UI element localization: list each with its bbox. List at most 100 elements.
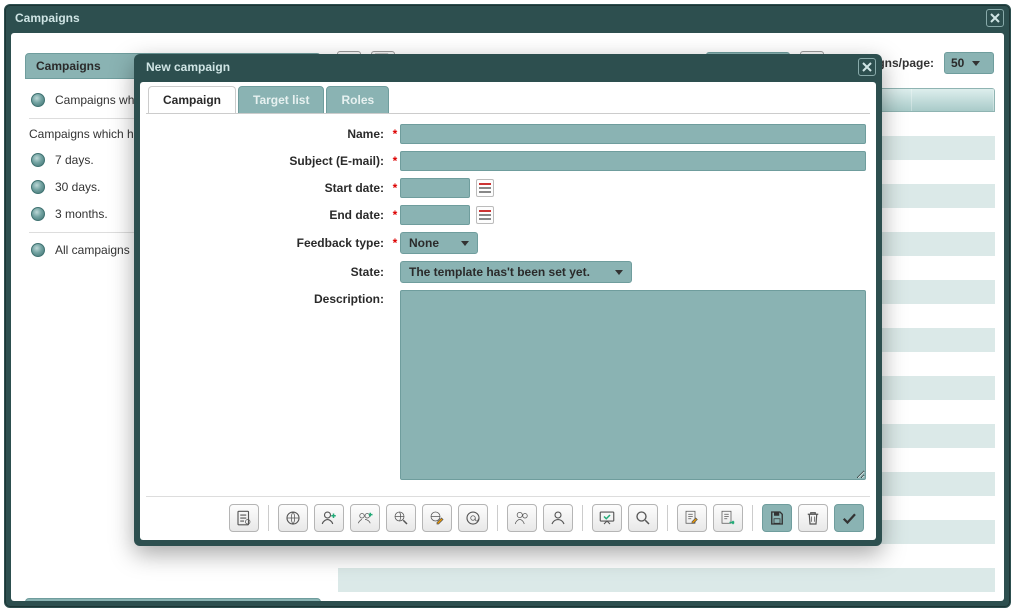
feedback-type-select[interactable]: None xyxy=(400,232,478,254)
globe-icon xyxy=(284,509,302,527)
tab-campaign[interactable]: Campaign xyxy=(148,86,236,114)
presentation-icon xyxy=(598,509,616,527)
tab-roles[interactable]: Roles xyxy=(326,86,389,114)
radio-icon xyxy=(31,207,45,221)
window-close-button[interactable] xyxy=(986,9,1004,27)
calendar-icon[interactable] xyxy=(476,179,494,197)
new-campaign-modal: New campaign Campaign Target list Roles … xyxy=(134,54,882,546)
tabs-border xyxy=(146,113,870,114)
edit-doc-button[interactable] xyxy=(677,504,707,532)
trash-icon xyxy=(804,509,822,527)
name-input[interactable] xyxy=(400,124,866,144)
toolbar-separator xyxy=(268,505,269,531)
report-button[interactable] xyxy=(229,504,259,532)
globe-button[interactable] xyxy=(278,504,308,532)
label-state: State: xyxy=(150,265,390,279)
per-page-select[interactable]: 50 xyxy=(944,52,994,74)
toolbar-separator xyxy=(667,505,668,531)
table-row[interactable] xyxy=(338,568,995,592)
label-description: Description: xyxy=(150,290,390,306)
add-user-button[interactable] xyxy=(314,504,344,532)
table-row[interactable] xyxy=(338,544,995,568)
row-subject: Subject (E-mail): * xyxy=(150,151,866,171)
group-plus-icon xyxy=(356,509,374,527)
add-group-button[interactable] xyxy=(350,504,380,532)
users-button[interactable] xyxy=(507,504,537,532)
label-end-date: End date: xyxy=(150,208,390,222)
calendar-icon[interactable] xyxy=(476,206,494,224)
user-plus-icon xyxy=(320,509,338,527)
modal-title: New campaign xyxy=(146,60,230,74)
label-subject: Subject (E-mail): xyxy=(150,154,390,168)
state-value: The template has't been set yet. xyxy=(409,265,590,279)
report-icon xyxy=(235,509,253,527)
required-indicator: * xyxy=(390,154,400,168)
radio-icon xyxy=(31,180,45,194)
row-start-date: Start date: * xyxy=(150,178,866,198)
export-doc-button[interactable] xyxy=(713,504,743,532)
close-icon xyxy=(861,61,873,73)
doc-edit-icon xyxy=(683,509,701,527)
radio-icon xyxy=(31,93,45,107)
toolbar-separator xyxy=(752,505,753,531)
label-feedback: Feedback type: xyxy=(150,236,390,250)
required-indicator: * xyxy=(390,208,400,222)
sidebar-filter-7days-label: 7 days. xyxy=(55,153,94,167)
globe-link-button[interactable] xyxy=(386,504,416,532)
subject-input[interactable] xyxy=(400,151,866,171)
sidebar-filter-all-label: All campaigns xyxy=(55,243,130,257)
radio-icon xyxy=(31,153,45,167)
window-titlebar: Campaigns xyxy=(5,5,1010,31)
modal-titlebar: New campaign xyxy=(134,54,882,80)
user-button[interactable] xyxy=(543,504,573,532)
save-button[interactable] xyxy=(762,504,792,532)
user-icon xyxy=(549,509,567,527)
feedback-type-value: None xyxy=(409,236,439,250)
toolbar-separator xyxy=(497,505,498,531)
label-start-date: Start date: xyxy=(150,181,390,195)
sidebar-filter-3months-label: 3 months. xyxy=(55,207,108,221)
presentation-button[interactable] xyxy=(592,504,622,532)
description-textarea[interactable] xyxy=(400,290,866,480)
modal-tabs: Campaign Target list Roles xyxy=(148,86,389,114)
tab-target-list[interactable]: Target list xyxy=(238,86,324,114)
row-description: Description: * xyxy=(150,290,866,480)
doc-arrow-icon xyxy=(719,509,737,527)
close-icon xyxy=(989,12,1001,24)
modal-body: Campaign Target list Roles Name: * Subje… xyxy=(140,82,876,540)
required-indicator: * xyxy=(390,236,400,250)
globe-link-icon xyxy=(392,509,410,527)
campaign-form: Name: * Subject (E-mail): * Start date: … xyxy=(150,124,866,492)
modal-close-button[interactable] xyxy=(858,58,876,76)
preview-button[interactable] xyxy=(628,504,658,532)
required-indicator: * xyxy=(390,181,400,195)
row-name: Name: * xyxy=(150,124,866,144)
check-icon xyxy=(840,509,858,527)
start-date-input[interactable] xyxy=(400,178,470,198)
end-date-input[interactable] xyxy=(400,205,470,225)
confirm-button[interactable] xyxy=(834,504,864,532)
at-icon xyxy=(464,509,482,527)
grid-header-cell[interactable] xyxy=(912,89,994,111)
row-end-date: End date: * xyxy=(150,205,866,225)
users-icon xyxy=(513,509,531,527)
row-feedback: Feedback type: * None xyxy=(150,232,866,254)
chevron-down-icon xyxy=(972,61,980,66)
state-select[interactable]: The template has't been set yet. xyxy=(400,261,632,283)
chevron-down-icon xyxy=(615,270,623,275)
globe-edit-icon xyxy=(428,509,446,527)
email-button[interactable] xyxy=(458,504,488,532)
modal-bottom-toolbar xyxy=(146,496,870,534)
sidebar-filter-30days-label: 30 days. xyxy=(55,180,100,194)
sidebar-search-header[interactable]: Search xyxy=(25,598,321,601)
chevron-down-icon xyxy=(461,241,469,246)
toolbar-separator xyxy=(582,505,583,531)
row-state: State: * The template has't been set yet… xyxy=(150,261,866,283)
globe-edit-button[interactable] xyxy=(422,504,452,532)
window-title: Campaigns xyxy=(15,11,80,25)
per-page-value: 50 xyxy=(951,56,964,70)
required-indicator: * xyxy=(390,127,400,141)
radio-icon xyxy=(31,243,45,257)
label-name: Name: xyxy=(150,127,390,141)
delete-button[interactable] xyxy=(798,504,828,532)
